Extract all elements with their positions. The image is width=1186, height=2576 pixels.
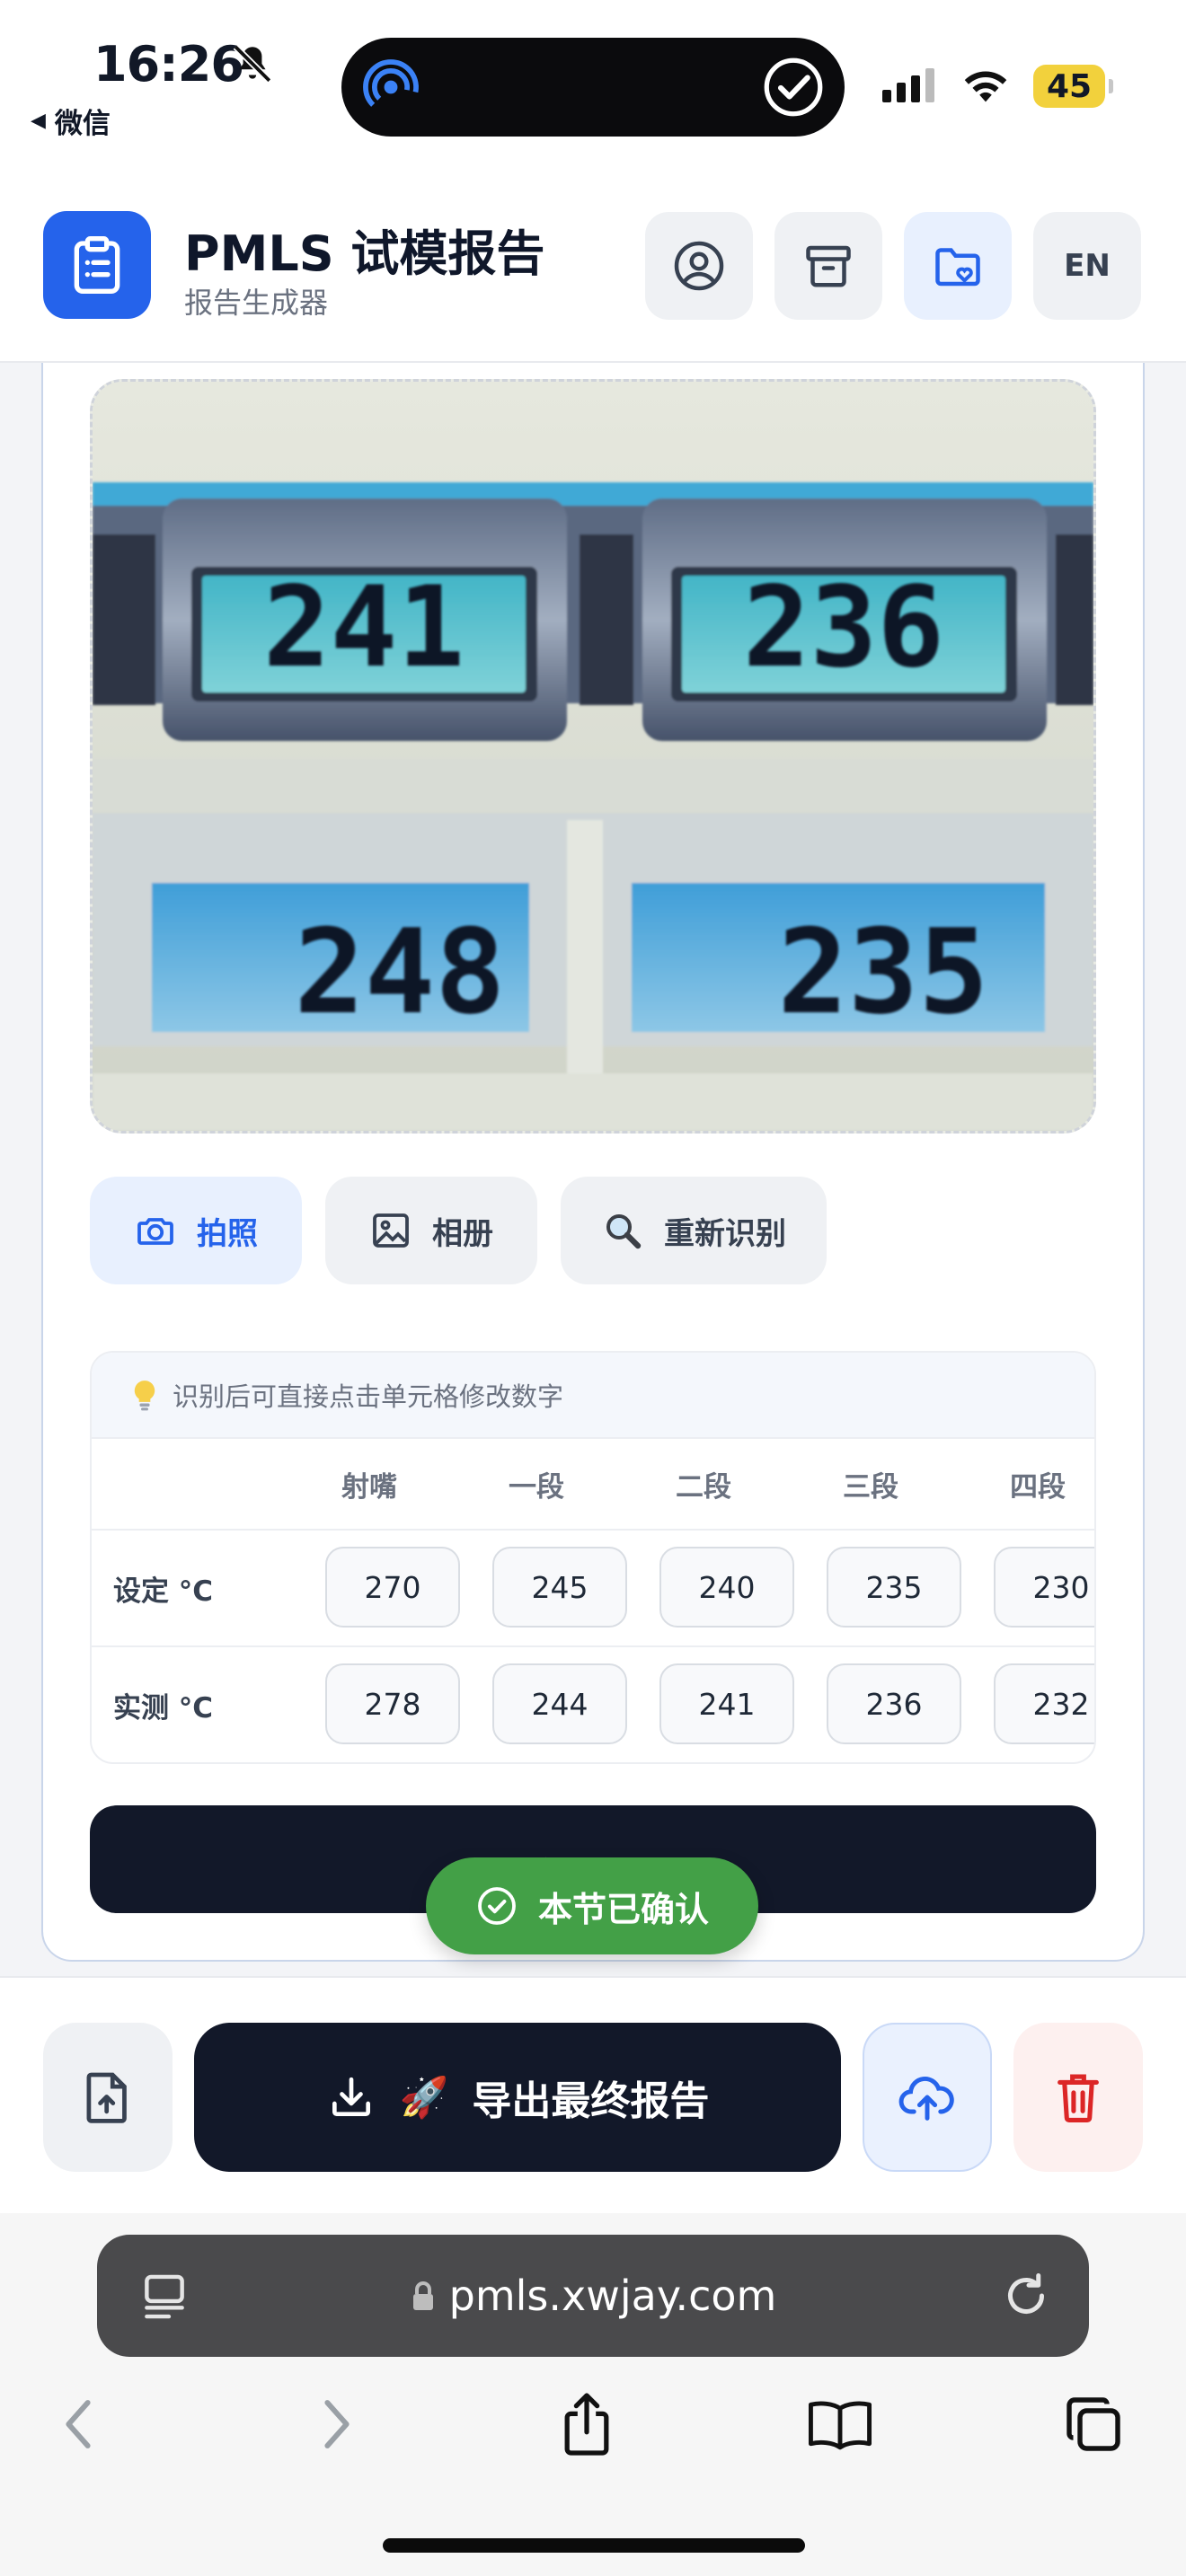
image-icon: [373, 1213, 409, 1248]
bookmarks-button[interactable]: [800, 2384, 881, 2465]
user-circle-icon: [674, 241, 724, 291]
reading-top-left: 241: [263, 563, 465, 693]
captured-photo[interactable]: 241 236 248 235: [90, 379, 1096, 1134]
setpoint-cell[interactable]: 235: [827, 1547, 961, 1628]
bell-muted-icon: [233, 44, 272, 84]
delete-button[interactable]: [1013, 2023, 1143, 2172]
tabs-button[interactable]: [1053, 2384, 1134, 2465]
temperature-table: 识别后可直接点击单元格修改数字 射嘴 一段 二段 三段 四段 设定 °C 270…: [90, 1351, 1096, 1764]
actual-cell[interactable]: 244: [492, 1663, 627, 1744]
reading-top-right: 236: [743, 563, 944, 693]
back-label: 微信: [54, 108, 111, 140]
column-header: 二段: [676, 1471, 731, 1504]
share-icon: [564, 2393, 609, 2456]
trash-icon: [1058, 2074, 1099, 2122]
row-label-actual: 实测 °C: [113, 1692, 214, 1725]
cellular-signal-icon: [882, 68, 934, 102]
temperature-display-photo: 241 236 248 235: [93, 382, 1093, 1131]
home-indicator[interactable]: [383, 2538, 805, 2553]
magnifier-icon: [606, 1214, 642, 1249]
export-label: 导出最终报告: [472, 2078, 710, 2124]
forward-nav-button[interactable]: [296, 2384, 377, 2465]
setpoint-cell[interactable]: 240: [659, 1547, 794, 1628]
language-label: EN: [1064, 248, 1111, 284]
folder-heart-icon: [935, 248, 980, 287]
setpoint-cell[interactable]: 230: [994, 1547, 1094, 1628]
app-subtitle: 报告生成器: [184, 286, 329, 320]
chevron-right-icon: [324, 2400, 350, 2448]
dynamic-island[interactable]: [341, 38, 845, 137]
actual-cell[interactable]: 241: [659, 1663, 794, 1744]
row-divider: [92, 1645, 1094, 1647]
language-toggle-button[interactable]: EN: [1033, 212, 1141, 320]
favorites-folder-button[interactable]: [904, 212, 1012, 320]
cloud-upload-icon: [898, 2077, 954, 2121]
lock-icon: [412, 2281, 433, 2310]
actual-cell[interactable]: 236: [827, 1663, 961, 1744]
setpoint-cell[interactable]: 245: [492, 1547, 627, 1628]
actual-cell[interactable]: 278: [325, 1663, 460, 1744]
actual-cell[interactable]: 232: [994, 1663, 1094, 1744]
airdrop-icon: [363, 59, 419, 115]
back-to-wechat-link[interactable]: ◀ 微信: [31, 101, 111, 141]
toast-text: 本节已确认: [537, 1889, 709, 1929]
reading-bottom-right: 235: [778, 904, 989, 1040]
camera-button[interactable]: 拍照: [90, 1177, 302, 1284]
battery-indicator: 45: [1033, 65, 1113, 108]
archive-button[interactable]: [774, 212, 882, 320]
column-header: 射嘴: [341, 1471, 397, 1504]
camera-icon: [137, 1218, 173, 1245]
app-title: PMLS 试模报告: [184, 225, 545, 282]
row-divider: [92, 1529, 1094, 1531]
reload-icon[interactable]: [999, 2269, 1053, 2323]
app-header: PMLS 试模报告 报告生成器 EN: [0, 171, 1186, 363]
address-bar[interactable]: pmls.xwjay.com: [97, 2235, 1089, 2357]
status-time: 16:26: [93, 36, 244, 93]
book-icon: [808, 2401, 872, 2450]
rocket-icon: 🚀: [399, 2075, 449, 2121]
confirmation-toast: 本节已确认: [426, 1857, 758, 1954]
chevron-left-icon: [66, 2400, 91, 2448]
setpoint-cell[interactable]: 270: [325, 1547, 460, 1628]
download-icon: [332, 2077, 370, 2116]
camera-label: 拍照: [197, 1215, 258, 1252]
wifi-icon: [964, 71, 1007, 102]
edit-tip: 识别后可直接点击单元格修改数字: [92, 1353, 1094, 1439]
back-nav-button[interactable]: [38, 2384, 119, 2465]
file-upload-icon: [86, 2072, 127, 2123]
export-report-button[interactable]: 🚀 导出最终报告: [194, 2023, 841, 2172]
rerecognize-button[interactable]: 重新识别: [561, 1177, 827, 1284]
checkmark-circle-icon: [764, 57, 823, 117]
bottom-action-bar: 🚀 导出最终报告: [0, 1976, 1186, 2213]
share-button[interactable]: [546, 2384, 627, 2465]
album-button[interactable]: 相册: [325, 1177, 537, 1284]
url-text: pmls.xwjay.com: [448, 2272, 777, 2320]
archive-box-icon: [806, 245, 851, 287]
column-header: 四段: [1010, 1471, 1066, 1504]
browser-chrome: pmls.xwjay.com: [0, 2213, 1186, 2576]
back-triangle-icon: ◀: [31, 110, 46, 132]
account-button[interactable]: [645, 212, 753, 320]
import-file-button[interactable]: [43, 2023, 173, 2172]
album-label: 相册: [432, 1215, 493, 1252]
section-card: 241 236 248 235 拍照 相册 重新识别 识别后可直接点击单元格修改…: [41, 363, 1145, 1962]
rerecognize-label: 重新识别: [664, 1215, 786, 1252]
check-circle-icon: [478, 1887, 516, 1925]
edit-tip-text: 识别后可直接点击单元格修改数字: [173, 1381, 564, 1412]
clipboard-logo-icon: [43, 211, 151, 319]
url-display: pmls.xwjay.com: [97, 2235, 1089, 2357]
column-header: 三段: [843, 1471, 898, 1504]
row-label-setpoint: 设定 °C: [113, 1575, 214, 1608]
status-bar: 16:26 ◀ 微信 45: [0, 0, 1186, 171]
column-header: 一段: [509, 1471, 564, 1504]
tabs-icon: [1067, 2397, 1120, 2451]
reading-bottom-left: 248: [295, 904, 506, 1040]
lightbulb-icon: [134, 1381, 155, 1411]
cloud-upload-button[interactable]: [863, 2023, 992, 2172]
